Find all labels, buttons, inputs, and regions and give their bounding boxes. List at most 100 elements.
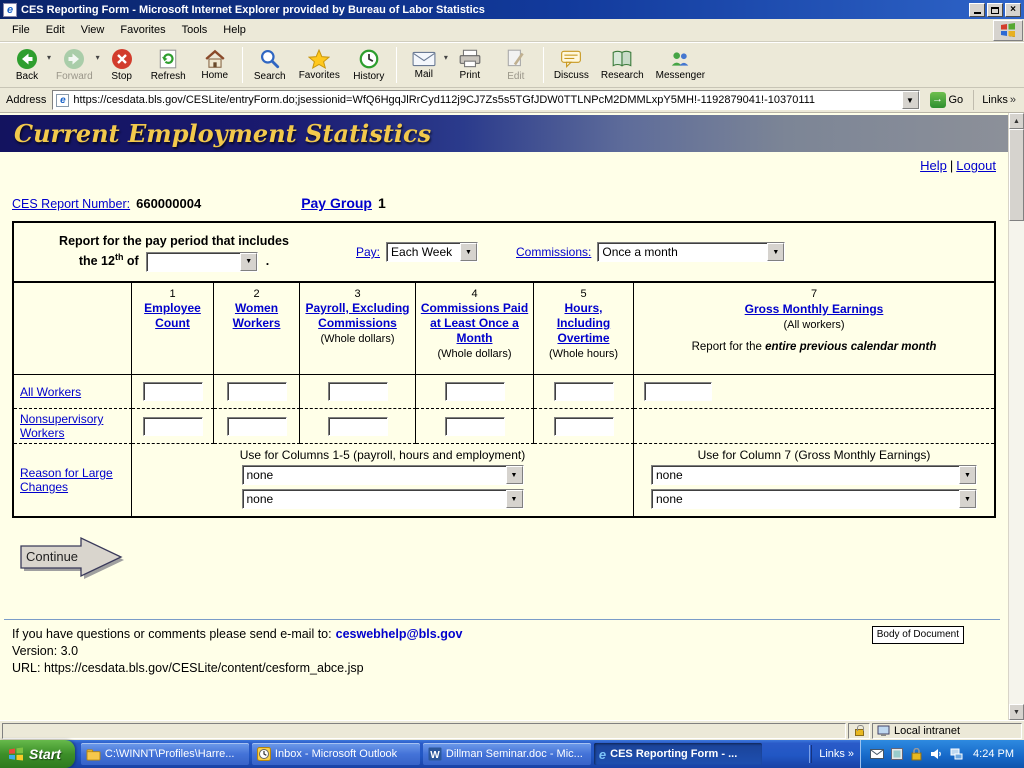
nonsup-hours-input[interactable]: [554, 417, 614, 436]
refresh-button[interactable]: Refresh: [145, 44, 192, 86]
nonsup-women-workers-input[interactable]: [227, 417, 287, 436]
month-select[interactable]: ▼: [146, 252, 258, 272]
tray-mail-icon[interactable]: [869, 747, 884, 762]
nonsup-commissions-input[interactable]: [445, 417, 505, 436]
tray-network-icon[interactable]: [949, 747, 964, 762]
print-icon: [458, 49, 482, 69]
footer-divider: [4, 619, 1000, 620]
vertical-scrollbar[interactable]: ▲ ▼: [1008, 113, 1024, 720]
page-icon: e: [56, 94, 69, 107]
intranet-icon: [877, 725, 890, 737]
research-button[interactable]: Research: [595, 44, 650, 86]
nonsupervisory-workers-link[interactable]: Nonsupervisory Workers: [20, 412, 128, 440]
taskbar-links-toolbar[interactable]: Links »: [803, 745, 860, 763]
chevron-icon: »: [848, 748, 854, 760]
all-workers-payroll-input[interactable]: [328, 382, 388, 401]
menu-view[interactable]: View: [73, 21, 113, 39]
menu-edit[interactable]: Edit: [38, 21, 73, 39]
women-workers-link[interactable]: Women Workers: [217, 301, 296, 331]
scroll-down-button[interactable]: ▼: [1009, 704, 1024, 720]
go-button[interactable]: → Go: [924, 90, 970, 111]
home-button[interactable]: Home: [192, 44, 238, 86]
all-workers-hours-input[interactable]: [554, 382, 614, 401]
close-button[interactable]: ×: [1005, 3, 1021, 17]
tray-app-icon[interactable]: [889, 747, 904, 762]
search-button[interactable]: Search: [247, 44, 293, 86]
dropdown-arrow-icon: ▼: [240, 253, 257, 271]
status-message-panel: [2, 723, 846, 739]
commissions-link[interactable]: Commissions:: [516, 245, 591, 259]
help-link[interactable]: Help: [920, 158, 947, 173]
search-icon: [259, 48, 281, 70]
col-header-gross-earnings: 7 Gross Monthly Earnings (All workers) R…: [634, 283, 994, 375]
tray-security-icon[interactable]: [909, 747, 924, 762]
start-button[interactable]: Start: [0, 740, 75, 768]
toolbar-grip[interactable]: [809, 745, 812, 763]
page-footer: If you have questions or comments please…: [0, 619, 1008, 677]
body-of-document-button[interactable]: Body of Document: [872, 626, 964, 644]
pay-group-value: 1: [378, 195, 386, 211]
reason-1-5-select-2[interactable]: none ▼: [242, 489, 524, 509]
contact-text: If you have questions or comments please…: [12, 627, 332, 641]
task-word-window[interactable]: W Dillman Seminar.doc - Mic...: [423, 743, 591, 765]
page-content: Current Employment Statistics Help|Logou…: [0, 113, 1008, 720]
messenger-button[interactable]: Messenger: [650, 44, 711, 86]
contact-email-link[interactable]: ceswebhelp@bls.gov: [336, 627, 463, 641]
menu-file[interactable]: File: [4, 21, 38, 39]
pay-group-link[interactable]: Pay Group: [301, 195, 372, 211]
nonsup-employee-count-input[interactable]: [143, 417, 203, 436]
report-number-link[interactable]: CES Report Number:: [12, 197, 130, 211]
nonsup-payroll-input[interactable]: [328, 417, 388, 436]
all-workers-employee-count-input[interactable]: [143, 382, 203, 401]
scrollbar-thumb[interactable]: [1009, 129, 1024, 221]
toolbar-separator: [543, 47, 544, 83]
pay-select[interactable]: Each Week ▼: [386, 242, 478, 262]
all-workers-commissions-input[interactable]: [445, 382, 505, 401]
history-button[interactable]: History: [346, 44, 392, 86]
gross-earnings-link[interactable]: Gross Monthly Earnings: [745, 302, 884, 317]
links-toolbar[interactable]: Links »: [973, 90, 1020, 110]
commissions-select[interactable]: Once a month ▼: [597, 242, 785, 262]
reason-large-changes-link[interactable]: Reason for Large Changes: [20, 466, 128, 494]
scroll-up-button[interactable]: ▲: [1009, 113, 1024, 129]
employee-count-link[interactable]: Employee Count: [135, 301, 210, 331]
menu-help[interactable]: Help: [215, 21, 254, 39]
task-outlook-window[interactable]: Inbox - Microsoft Outlook: [252, 743, 420, 765]
reason-col7-select-2[interactable]: none ▼: [651, 489, 977, 509]
scrollbar-track[interactable]: [1009, 129, 1024, 704]
address-dropdown-icon[interactable]: ▼: [902, 91, 919, 109]
mail-button[interactable]: Mail ▾: [401, 44, 447, 86]
reason-col7-select-1[interactable]: none ▼: [651, 465, 977, 485]
col-header-employee-count: 1 Employee Count: [132, 283, 214, 375]
back-button[interactable]: Back ▾: [4, 44, 50, 86]
pay-link[interactable]: Pay:: [356, 245, 380, 259]
commissions-paid-link[interactable]: Commissions Paid at Least Once a Month: [419, 301, 530, 346]
all-workers-women-workers-input[interactable]: [227, 382, 287, 401]
payroll-link[interactable]: Payroll, Excluding Commissions: [303, 301, 412, 331]
menu-favorites[interactable]: Favorites: [112, 21, 173, 39]
maximize-button[interactable]: [987, 3, 1003, 17]
menu-tools[interactable]: Tools: [174, 21, 216, 39]
continue-button[interactable]: Continue: [16, 534, 132, 585]
stop-icon: [111, 48, 133, 70]
print-button[interactable]: Print: [447, 44, 493, 86]
tray-volume-icon[interactable]: [929, 747, 944, 762]
mail-icon: [412, 50, 436, 68]
stop-button[interactable]: Stop: [99, 44, 145, 86]
discuss-button[interactable]: Discuss: [548, 44, 595, 86]
edit-button[interactable]: Edit: [493, 44, 539, 86]
task-ie-window[interactable]: e CES Reporting Form - ...: [594, 743, 762, 765]
chevron-icon: »: [1010, 94, 1016, 106]
status-bar: Local intranet: [0, 720, 1024, 740]
reason-1-5-select-1[interactable]: none ▼: [242, 465, 524, 485]
task-explorer-window[interactable]: C:\WINNT\Profiles\Harre...: [81, 743, 249, 765]
minimize-button[interactable]: [969, 3, 985, 17]
address-input[interactable]: e https://cesdata.bls.gov/CESLite/entryF…: [52, 90, 919, 110]
favorites-button[interactable]: Favorites: [293, 44, 346, 86]
all-workers-link[interactable]: All Workers: [20, 385, 81, 399]
hours-link[interactable]: Hours, Including Overtime: [537, 301, 630, 346]
forward-button[interactable]: Forward ▾: [50, 44, 99, 86]
logout-link[interactable]: Logout: [956, 158, 996, 173]
url-text: URL: https://cesdata.bls.gov/CESLite/con…: [12, 660, 996, 677]
all-workers-gross-earnings-input[interactable]: [644, 382, 712, 401]
